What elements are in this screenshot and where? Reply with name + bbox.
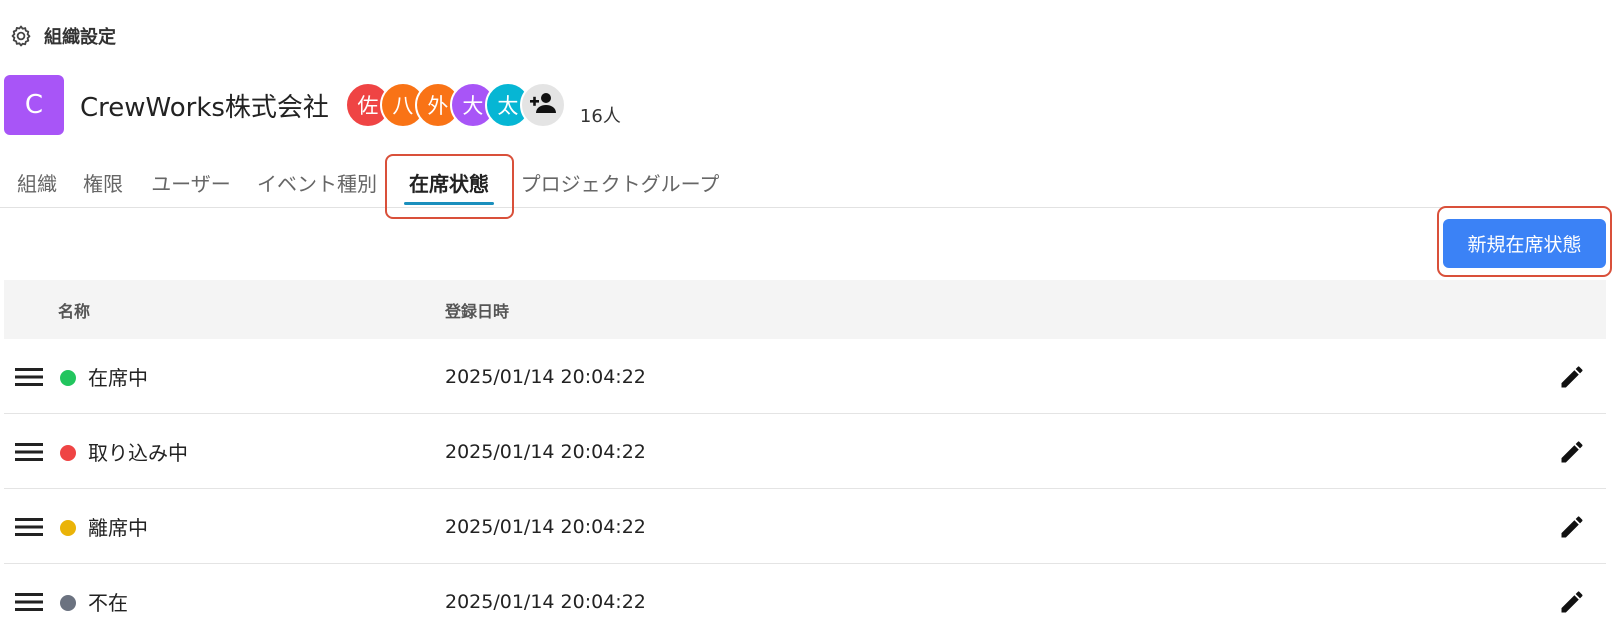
tab-event-types[interactable]: イベント種別	[254, 156, 380, 208]
pencil-icon[interactable]	[1556, 361, 1588, 393]
org-logo: C	[4, 75, 64, 135]
status-name: 取り込み中	[88, 441, 188, 465]
active-tab-indicator	[404, 202, 494, 205]
registered-at: 2025/01/14 20:04:22	[445, 515, 646, 538]
drag-handle-icon[interactable]	[14, 588, 44, 616]
add-member-button[interactable]	[519, 82, 566, 128]
tab-organization[interactable]: 組織	[12, 156, 62, 208]
status-color-dot	[60, 595, 76, 611]
column-header-registered-at[interactable]: 登録日時	[445, 280, 509, 339]
page-title: 組織設定	[44, 27, 116, 48]
member-count: 16人	[579, 106, 621, 127]
org-name: CrewWorks株式会社	[80, 92, 329, 123]
pencil-icon[interactable]	[1556, 511, 1588, 543]
tab-project-groups[interactable]: プロジェクトグループ	[514, 156, 726, 208]
status-color-dot	[60, 520, 76, 536]
registered-at: 2025/01/14 20:04:22	[445, 365, 646, 388]
drag-handle-icon[interactable]	[14, 438, 44, 466]
tab-permissions[interactable]: 権限	[78, 156, 128, 208]
tab-presence-status[interactable]: 在席状態	[392, 156, 506, 208]
pencil-icon[interactable]	[1556, 436, 1588, 468]
status-name: 在席中	[88, 366, 148, 390]
new-presence-status-button[interactable]: 新規在席状態	[1443, 219, 1606, 268]
pencil-icon[interactable]	[1556, 586, 1588, 618]
table-row[interactable]: 取り込み中 2025/01/14 20:04:22	[4, 414, 1606, 489]
registered-at: 2025/01/14 20:04:22	[445, 440, 646, 463]
status-color-dot	[60, 445, 76, 461]
status-name: 離席中	[88, 516, 148, 540]
table-header: 名称 登録日時	[4, 280, 1606, 339]
status-name: 不在	[88, 591, 128, 615]
person-add-icon	[529, 91, 557, 120]
member-avatars[interactable]: 佐 八 外 大 太	[344, 82, 566, 128]
org-summary: C CrewWorks株式会社 佐 八 外 大 太 16人	[4, 74, 621, 136]
drag-handle-icon[interactable]	[14, 363, 44, 391]
tab-users[interactable]: ユーザー	[146, 156, 236, 208]
gear-icon	[8, 23, 34, 49]
registered-at: 2025/01/14 20:04:22	[445, 590, 646, 613]
status-color-dot	[60, 370, 76, 386]
tab-label: 在席状態	[409, 171, 489, 196]
drag-handle-icon[interactable]	[14, 513, 44, 541]
settings-tabs: 組織 権限 ユーザー イベント種別 在席状態 プロジェクトグループ	[0, 156, 1606, 208]
column-header-name[interactable]: 名称	[58, 280, 90, 339]
page-header: 組織設定	[8, 22, 116, 50]
table-row[interactable]: 不在 2025/01/14 20:04:22	[4, 564, 1606, 639]
table-row[interactable]: 在席中 2025/01/14 20:04:22	[4, 339, 1606, 414]
table-row[interactable]: 離席中 2025/01/14 20:04:22	[4, 489, 1606, 564]
presence-status-table: 名称 登録日時 在席中 2025/01/14 20:04:22 取り込み中 20…	[4, 280, 1606, 639]
